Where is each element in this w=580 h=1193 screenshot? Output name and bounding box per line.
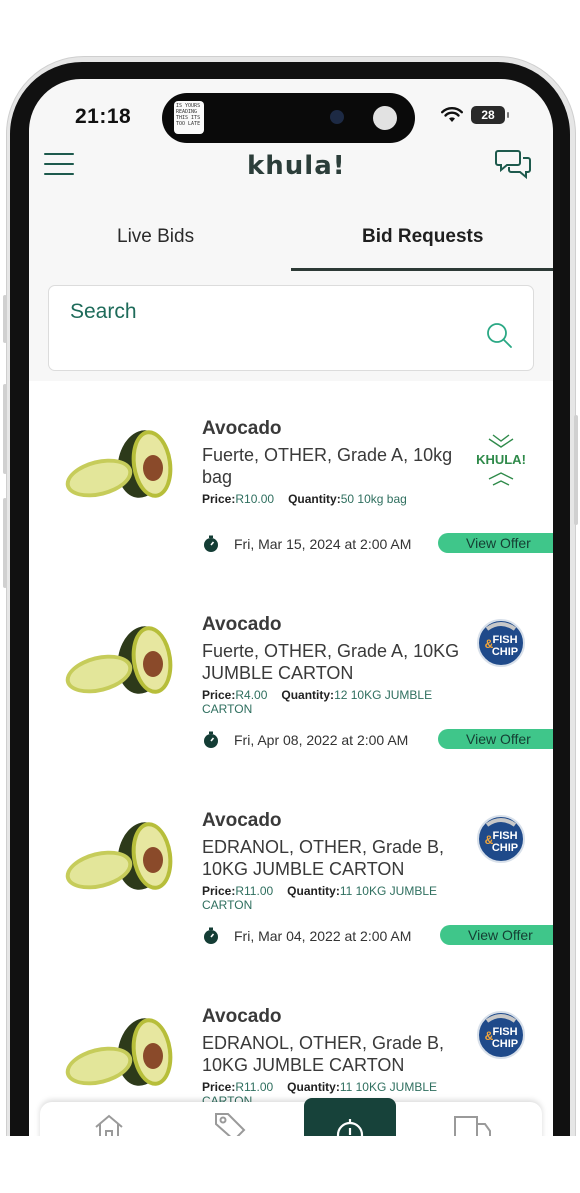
status-icons: 28 bbox=[441, 106, 509, 124]
view-offer-button[interactable]: View Offer bbox=[438, 729, 553, 749]
price-value: R4.00 bbox=[235, 688, 268, 702]
nav-bids-active[interactable] bbox=[304, 1098, 396, 1136]
product-title: Avocado bbox=[202, 1006, 282, 1027]
price-quantity: Price:R4.00 Quantity:12 10KG JUMBLE CARTO… bbox=[202, 688, 462, 716]
price-label: Price: bbox=[202, 688, 236, 702]
date-text: Fri, Apr 08, 2022 at 2:00 AM bbox=[234, 732, 409, 748]
search-label: Search bbox=[70, 300, 137, 323]
price-value: R11.00 bbox=[235, 1080, 274, 1094]
quantity-label: Quantity: bbox=[288, 492, 341, 506]
product-description: Fuerte, OTHER, Grade A, 10kg bag bbox=[202, 445, 453, 487]
fish-logo-text: FISH bbox=[492, 1026, 517, 1038]
product-title: Avocado bbox=[202, 418, 282, 439]
product-description: EDRANOL, OTHER, Grade B, 10KG JUMBLE CAR… bbox=[202, 837, 445, 879]
tab-live-bids[interactable]: Live Bids bbox=[117, 226, 194, 248]
date-text: Fri, Mar 15, 2024 at 2:00 AM bbox=[234, 536, 412, 552]
quantity-value: 50 10kg bag bbox=[340, 492, 407, 506]
bid-date: Fri, Mar 04, 2022 at 2:00 AM bbox=[202, 927, 411, 945]
price-quantity: Price:R10.00 Quantity:50 10kg bag bbox=[202, 492, 462, 506]
bid-date: Fri, Mar 15, 2024 at 2:00 AM bbox=[202, 535, 411, 553]
bottom-nav bbox=[40, 1098, 542, 1136]
status-time: 21:18 bbox=[75, 105, 132, 128]
avocado-image bbox=[65, 430, 173, 498]
search-box[interactable]: Search bbox=[48, 285, 534, 371]
power-button bbox=[574, 415, 578, 525]
volume-up-button bbox=[3, 384, 7, 474]
list-item[interactable]: Avocado EDRANOL, OTHER, Grade B, 10KG JU… bbox=[29, 773, 553, 969]
search-icon[interactable] bbox=[486, 322, 514, 350]
price-label: Price: bbox=[202, 884, 236, 898]
price-value: R10.00 bbox=[235, 492, 275, 506]
date-text: Fri, Mar 04, 2022 at 2:00 AM bbox=[234, 928, 412, 944]
price-label: Price: bbox=[202, 1080, 236, 1094]
bid-tabs: Live Bids Bid Requests bbox=[29, 209, 553, 271]
fish-logo-text: FISH bbox=[492, 634, 517, 646]
page-bottom bbox=[0, 1136, 580, 1193]
stopwatch-icon bbox=[336, 1119, 364, 1136]
bid-request-list: Avocado Fuerte, OTHER, Grade A, 10kg bag… bbox=[29, 381, 553, 1136]
list-item[interactable]: Avocado Fuerte, OTHER, Grade A, 10KG JUM… bbox=[29, 577, 553, 773]
price-quantity: Price:R11.00 Quantity:11 10KG JUMBLE CART… bbox=[202, 884, 462, 912]
product-title: Avocado bbox=[202, 614, 282, 635]
stopwatch-icon bbox=[204, 535, 218, 552]
truck-icon[interactable] bbox=[452, 1114, 492, 1136]
tab-bid-requests[interactable]: Bid Requests bbox=[362, 226, 483, 248]
dynamic-island: IS YOURS READING THIS ITS TOO LATE bbox=[162, 93, 415, 143]
product-title: Avocado bbox=[202, 810, 282, 831]
view-offer-button[interactable]: View Offer bbox=[438, 533, 553, 553]
island-note-thumbnail: IS YOURS READING THIS ITS TOO LATE bbox=[174, 101, 204, 134]
fish-chip-seller-logo: FISH & CHIP bbox=[477, 619, 525, 667]
island-sensor bbox=[330, 110, 344, 124]
chip-logo-text: CHIP bbox=[492, 1038, 518, 1050]
tag-icon[interactable] bbox=[212, 1110, 248, 1136]
khula-seller-logo: KHULA! bbox=[476, 434, 526, 486]
product-description: Fuerte, OTHER, Grade A, 10KG JUMBLE CART… bbox=[202, 641, 460, 683]
quantity-label: Quantity: bbox=[287, 884, 340, 898]
app-logo: khula! bbox=[247, 151, 346, 181]
fish-chip-seller-logo: FISH & CHIP bbox=[477, 815, 525, 863]
island-camera bbox=[373, 106, 397, 130]
active-tab-indicator bbox=[291, 268, 553, 271]
product-description: EDRANOL, OTHER, Grade B, 10KG JUMBLE CAR… bbox=[202, 1033, 445, 1075]
wifi-icon bbox=[441, 107, 463, 122]
price-label: Price: bbox=[202, 492, 236, 506]
stopwatch-icon bbox=[204, 731, 218, 748]
silent-switch bbox=[3, 295, 7, 343]
home-icon[interactable] bbox=[92, 1112, 126, 1136]
avocado-image bbox=[65, 626, 173, 694]
fish-chip-seller-logo: FISH & CHIP bbox=[477, 1011, 525, 1059]
hamburger-icon[interactable] bbox=[44, 153, 74, 177]
app-screen: 21:18 IS YOURS READING THIS ITS TOO LATE… bbox=[29, 79, 553, 1136]
volume-down-button bbox=[3, 498, 7, 588]
avocado-image bbox=[65, 822, 173, 890]
bid-date: Fri, Apr 08, 2022 at 2:00 AM bbox=[202, 731, 408, 749]
view-offer-button[interactable]: View Offer bbox=[440, 925, 553, 945]
chip-logo-text: CHIP bbox=[492, 646, 518, 658]
avocado-image bbox=[65, 1018, 173, 1086]
battery-indicator: 28 bbox=[471, 106, 509, 124]
khula-logo-text: KHULA! bbox=[476, 452, 526, 467]
fish-logo-text: FISH bbox=[492, 830, 517, 842]
list-item[interactable]: Avocado Fuerte, OTHER, Grade A, 10kg bag… bbox=[29, 381, 553, 577]
chat-bubbles-icon[interactable] bbox=[495, 147, 533, 183]
quantity-label: Quantity: bbox=[281, 688, 335, 702]
stopwatch-icon bbox=[204, 927, 218, 944]
chip-logo-text: CHIP bbox=[492, 842, 518, 854]
price-value: R11.00 bbox=[235, 884, 274, 898]
quantity-label: Quantity: bbox=[287, 1080, 340, 1094]
